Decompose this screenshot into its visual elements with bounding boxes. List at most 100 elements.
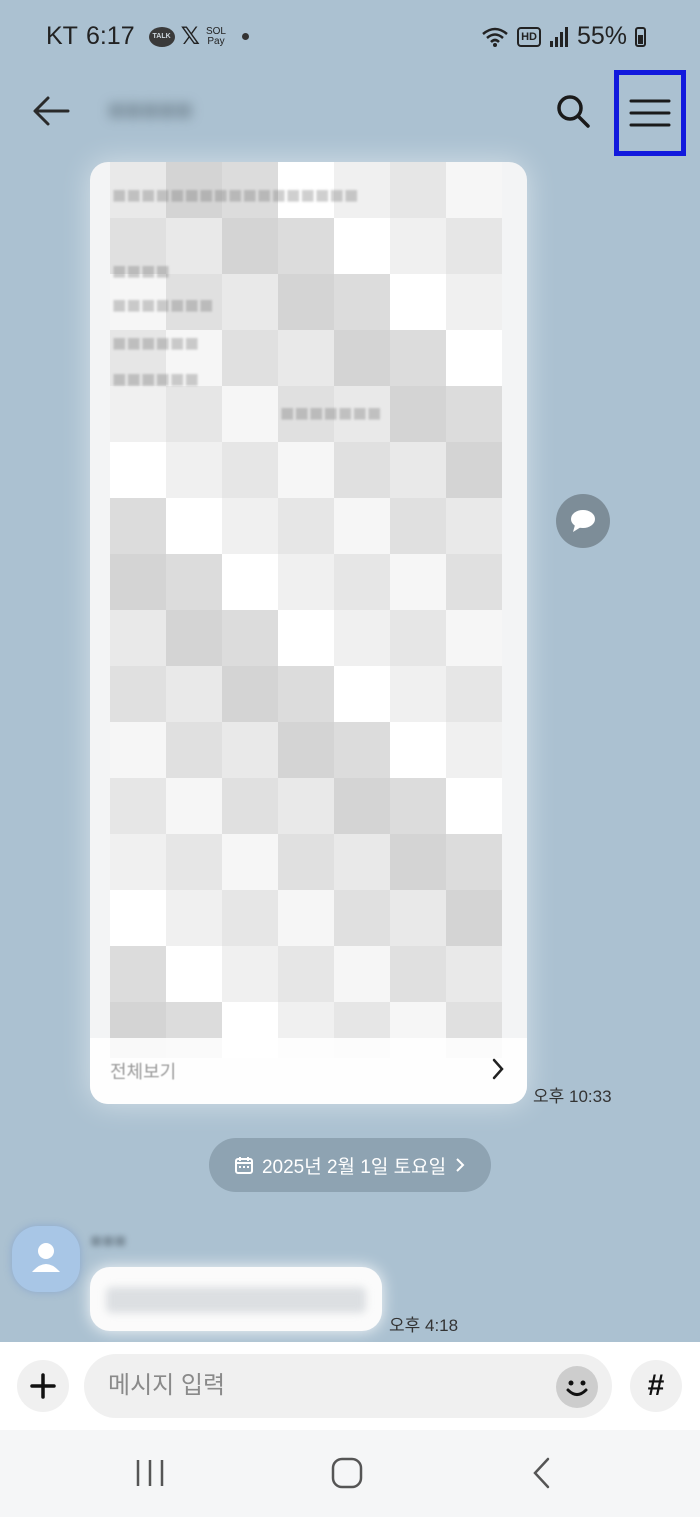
mosaic-cell <box>390 946 446 1002</box>
mosaic-cell <box>222 834 278 890</box>
mosaic-cell <box>334 778 390 834</box>
redacted-text-line: ■■■■■■■■■■■■■■■■■ <box>112 182 359 209</box>
mosaic-cell <box>446 946 502 1002</box>
mosaic-cell <box>446 162 502 218</box>
avatar[interactable] <box>12 1226 80 1292</box>
date-label: 2025년 2월 1일 토요일 <box>261 1156 447 1178</box>
mosaic-cell <box>334 330 390 386</box>
mosaic-cell <box>110 610 166 666</box>
mosaic-cell <box>278 778 334 834</box>
nav-back-button[interactable] <box>530 1456 554 1490</box>
mosaic-cell <box>446 386 502 442</box>
redacted-text-line: ■■■■■■ <box>112 366 199 393</box>
message-bubble[interactable] <box>90 1267 382 1331</box>
mosaic-cell <box>222 218 278 274</box>
mosaic-cell <box>334 722 390 778</box>
mosaic-cell <box>390 778 446 834</box>
mosaic-cell <box>278 442 334 498</box>
status-bar: KT 6:17 TALK 𝕏 SOL Pay HD 55% <box>0 0 700 70</box>
mosaic-cell <box>222 498 278 554</box>
dot-icon <box>241 33 249 40</box>
recents-icon <box>136 1460 164 1486</box>
home-button[interactable] <box>330 1456 364 1490</box>
signal-icon <box>549 26 569 47</box>
plus-icon <box>30 1373 56 1399</box>
mosaic-cell <box>110 834 166 890</box>
sol-pay-icon: SOL Pay <box>206 26 226 47</box>
hashtag-button[interactable]: # <box>630 1360 682 1412</box>
view-all-link[interactable]: 전체보기 <box>110 1058 176 1084</box>
mosaic-cell <box>278 946 334 1002</box>
mosaic-cell <box>390 442 446 498</box>
pay-label: Pay <box>207 35 225 47</box>
date-divider[interactable]: 2025년 2월 1일 토요일 <box>209 1138 491 1192</box>
default-user-icon <box>32 1243 60 1272</box>
home-icon <box>331 1457 363 1489</box>
mosaic-cell <box>222 890 278 946</box>
mosaic-cell <box>110 890 166 946</box>
redacted-message-text <box>106 1287 366 1313</box>
floating-reply-button[interactable] <box>556 494 610 548</box>
card-footer[interactable]: 전체보기 <box>90 1038 527 1104</box>
chevron-right-icon <box>456 1158 465 1172</box>
plus-button[interactable] <box>17 1360 69 1412</box>
recents-button[interactable] <box>132 1456 168 1490</box>
mosaic-cell <box>278 610 334 666</box>
mosaic-cell <box>446 274 502 330</box>
mosaic-cell <box>278 666 334 722</box>
mosaic-cell <box>222 666 278 722</box>
mosaic-cell <box>390 610 446 666</box>
menu-button[interactable] <box>614 70 686 156</box>
mosaic-cell <box>110 386 166 442</box>
mosaic-cell <box>334 946 390 1002</box>
redacted-text-line: ■■■■■■ <box>112 330 199 357</box>
battery-icon <box>635 26 646 47</box>
message-timestamp: 오후 4:18 <box>389 1316 459 1335</box>
search-button[interactable] <box>552 90 594 132</box>
mosaic-cell <box>166 722 222 778</box>
emoji-icon <box>566 1380 588 1396</box>
hamburger-menu-icon <box>629 99 671 127</box>
kakaotalk-icon: TALK <box>148 26 175 47</box>
wifi-icon <box>481 26 509 48</box>
x-icon: 𝕏 <box>180 23 200 50</box>
emoji-button[interactable] <box>556 1366 598 1408</box>
mosaic-cell <box>334 610 390 666</box>
mosaic-cell <box>222 722 278 778</box>
mosaic-cell <box>390 722 446 778</box>
arrow-left-icon <box>33 96 70 126</box>
mosaic-cell <box>222 778 278 834</box>
mosaic-cell <box>278 330 334 386</box>
speech-bubble-icon <box>571 510 595 532</box>
mosaic-cell <box>166 946 222 1002</box>
mosaic-cell <box>166 386 222 442</box>
shared-post-card[interactable]: ■■■■■■■■■■■■■■■■■ ■■■■ ■■■■■■■ ■■■■■■ ■■… <box>90 162 527 1104</box>
message-input[interactable] <box>84 1354 612 1418</box>
mosaic-cell <box>278 218 334 274</box>
mosaic-cell <box>222 442 278 498</box>
mosaic-cell <box>334 666 390 722</box>
mosaic-cell <box>390 274 446 330</box>
mosaic-cell <box>446 834 502 890</box>
redacted-text-line: ■■■■■■■ <box>280 400 382 427</box>
mosaic-cell <box>222 610 278 666</box>
sender-name: ■■■ <box>90 1230 127 1252</box>
mosaic-cell <box>390 890 446 946</box>
mosaic-cell <box>334 834 390 890</box>
mosaic-cell <box>278 834 334 890</box>
mosaic-cell <box>390 666 446 722</box>
back-button[interactable] <box>28 88 74 134</box>
mosaic-cell <box>278 274 334 330</box>
mosaic-cell <box>166 554 222 610</box>
mosaic-cell <box>110 554 166 610</box>
battery-label: 55% <box>576 22 627 50</box>
mosaic-cell <box>222 330 278 386</box>
mosaic-cell <box>110 946 166 1002</box>
clock-label: 6:17 <box>85 22 135 50</box>
mosaic-cell <box>166 610 222 666</box>
chevron-right-icon <box>491 1058 505 1080</box>
mosaic-cell <box>390 330 446 386</box>
chat-room-title: ■■■■■ <box>108 94 193 125</box>
mosaic-cell <box>446 722 502 778</box>
mosaic-cell <box>166 666 222 722</box>
